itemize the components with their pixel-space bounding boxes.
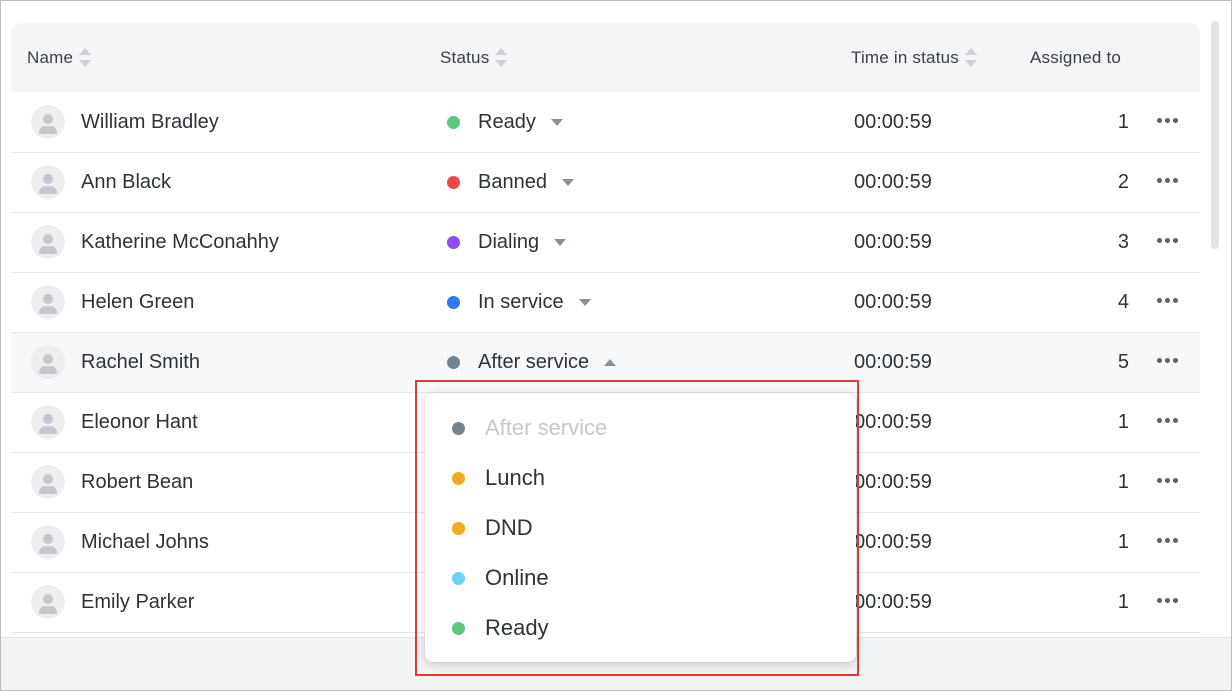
more-horizontal-icon[interactable] (1157, 418, 1178, 423)
sort-icon[interactable] (964, 48, 977, 67)
status-selector[interactable]: Dialing (447, 213, 567, 272)
column-header-time-label: Time in status (851, 47, 959, 67)
assigned-count: 1 (1117, 471, 1129, 493)
agent-name: Eleonor Hant (81, 411, 198, 433)
time-in-status: 00:00:59 (854, 231, 932, 253)
user-avatar-icon (31, 345, 65, 379)
status-label: After service (478, 351, 590, 373)
user-avatar-icon (31, 525, 65, 559)
caret-down-icon[interactable] (550, 119, 563, 126)
status-label: Dialing (478, 231, 540, 253)
time-in-status: 00:00:59 (854, 291, 932, 313)
agent-name: Robert Bean (81, 471, 194, 493)
time-in-status: 00:00:59 (854, 351, 932, 373)
scrollbar-thumb[interactable] (1211, 21, 1219, 249)
highlight-annotation-box (415, 380, 859, 676)
table-header: Name Status Time in status Assigned to (11, 23, 1200, 92)
more-horizontal-icon[interactable] (1157, 478, 1178, 483)
status-dot (447, 116, 460, 129)
agent-name: Emily Parker (81, 591, 195, 613)
status-label: Banned (478, 171, 547, 193)
user-avatar-icon (31, 105, 65, 139)
status-dot (447, 176, 460, 189)
user-avatar-icon (31, 225, 65, 259)
more-horizontal-icon[interactable] (1157, 178, 1178, 183)
status-dot (447, 296, 460, 309)
time-in-status: 00:00:59 (854, 171, 932, 193)
user-avatar-icon (31, 285, 65, 319)
table-row[interactable]: Helen Green In service 00:00:59 4 (11, 273, 1200, 333)
agent-name: Katherine McConahhy (81, 231, 279, 253)
more-horizontal-icon[interactable] (1157, 118, 1178, 123)
status-selector[interactable]: Banned (447, 153, 574, 212)
column-header-assigned-to: Assigned to (1030, 23, 1121, 92)
column-header-status-label: Status (440, 47, 490, 67)
agent-name: Michael Johns (81, 531, 209, 553)
agent-name: William Bradley (81, 111, 219, 133)
time-in-status: 00:00:59 (854, 591, 932, 613)
time-in-status: 00:00:59 (854, 411, 932, 433)
table-row[interactable]: Ann Black Banned 00:00:59 2 (11, 153, 1200, 213)
caret-down-icon[interactable] (578, 299, 591, 306)
sort-icon[interactable] (79, 48, 92, 67)
agent-name: Helen Green (81, 291, 195, 313)
status-label: Ready (478, 111, 536, 133)
sort-icon[interactable] (495, 48, 508, 67)
assigned-count: 3 (1117, 231, 1129, 253)
assigned-count: 4 (1117, 291, 1129, 313)
time-in-status: 00:00:59 (854, 111, 932, 133)
status-selector[interactable]: Ready (447, 93, 563, 152)
assigned-count: 1 (1117, 411, 1129, 433)
column-header-name[interactable]: Name (27, 23, 92, 92)
more-horizontal-icon[interactable] (1157, 358, 1178, 363)
column-header-name-label: Name (27, 47, 74, 67)
assigned-count: 2 (1117, 171, 1129, 193)
table-row[interactable]: William Bradley Ready 00:00:59 1 (11, 93, 1200, 153)
column-header-time-in-status[interactable]: Time in status (851, 23, 977, 92)
more-horizontal-icon[interactable] (1157, 598, 1178, 603)
assigned-count: 5 (1117, 351, 1129, 373)
user-avatar-icon (31, 405, 65, 439)
user-avatar-icon (31, 465, 65, 499)
time-in-status: 00:00:59 (854, 471, 932, 493)
agent-name: Rachel Smith (81, 351, 200, 373)
status-label: In service (478, 291, 564, 313)
assigned-count: 1 (1117, 531, 1129, 553)
more-horizontal-icon[interactable] (1157, 298, 1178, 303)
column-header-status[interactable]: Status (440, 23, 508, 92)
more-horizontal-icon[interactable] (1157, 238, 1178, 243)
caret-down-icon[interactable] (554, 239, 567, 246)
column-header-assigned-label: Assigned to (1030, 47, 1122, 67)
caret-down-icon[interactable] (561, 179, 574, 186)
table-row[interactable]: Katherine McConahhy Dialing 00:00:59 3 (11, 213, 1200, 273)
more-horizontal-icon[interactable] (1157, 538, 1178, 543)
user-avatar-icon (31, 585, 65, 619)
time-in-status: 00:00:59 (854, 531, 932, 553)
status-dot (447, 236, 460, 249)
assigned-count: 1 (1117, 111, 1129, 133)
agent-name: Ann Black (81, 171, 172, 193)
agents-table-window: Name Status Time in status Assigned to W… (0, 0, 1232, 691)
assigned-count: 1 (1117, 591, 1129, 613)
status-selector[interactable]: In service (447, 273, 591, 332)
user-avatar-icon (31, 165, 65, 199)
status-dot (447, 356, 460, 369)
caret-up-icon[interactable] (604, 359, 617, 366)
